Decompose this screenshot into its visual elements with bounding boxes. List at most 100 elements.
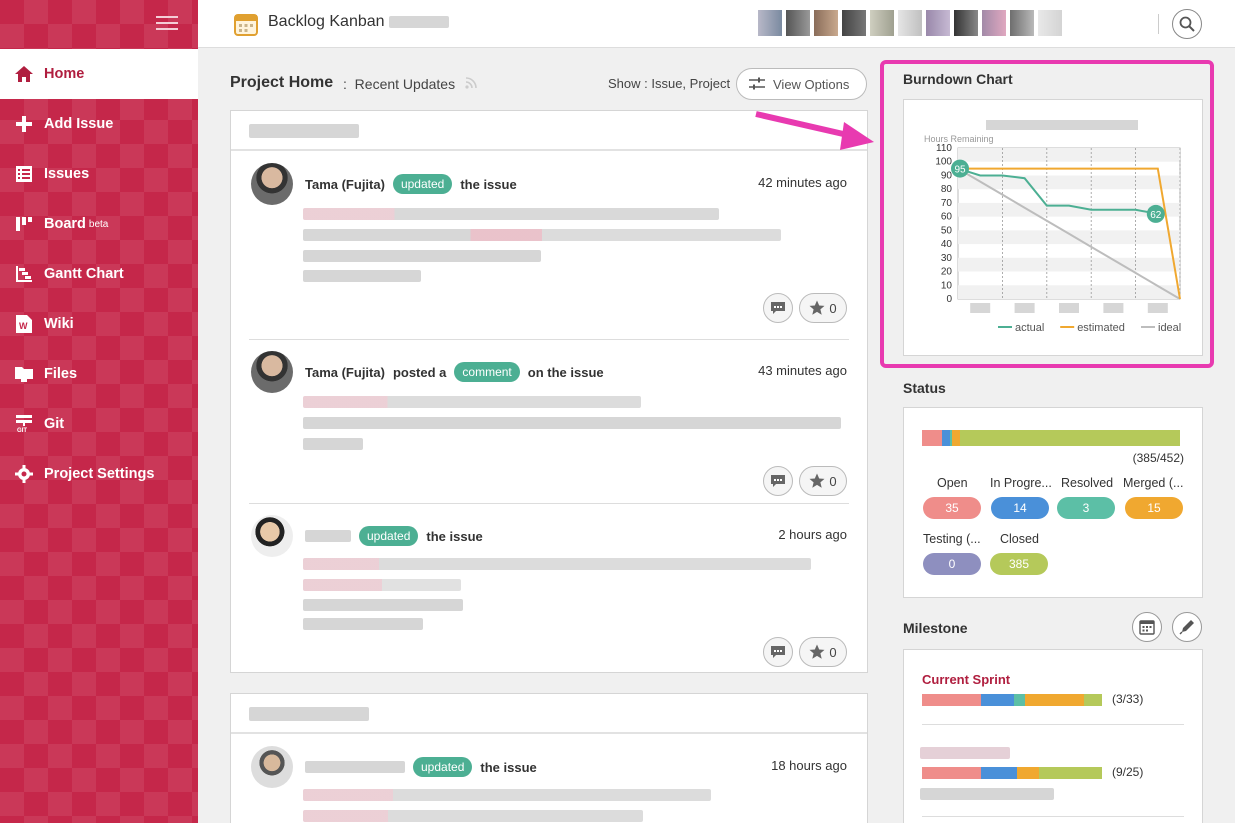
page-subtitle: : Recent Updates — [343, 76, 477, 92]
user-name[interactable]: Tama (Fujita) — [305, 365, 385, 380]
avatar[interactable] — [898, 10, 922, 36]
sidebar-item-wiki[interactable]: W Wiki — [0, 299, 198, 349]
blurred-date — [249, 707, 369, 721]
timestamp: 43 minutes ago — [758, 363, 847, 378]
status-pill-resolved[interactable]: 3 — [1057, 497, 1115, 519]
status-panel: (385/452) Open In Progre... Resolved Mer… — [903, 407, 1203, 598]
comment-button[interactable] — [763, 637, 793, 667]
rss-icon[interactable] — [465, 77, 477, 89]
beta-badge: beta — [88, 218, 109, 230]
avatar[interactable] — [870, 10, 894, 36]
wiki-icon: W — [14, 314, 34, 334]
status-label-open: Open — [937, 476, 968, 490]
sidebar-item-label: Issues — [44, 166, 90, 182]
milestone-progress-bar[interactable] — [922, 767, 1102, 779]
blurred-content — [303, 270, 421, 282]
avatar[interactable] — [251, 163, 293, 205]
blurred-user-name[interactable] — [305, 530, 351, 542]
status-progress-bar[interactable] — [922, 430, 1180, 446]
status-pill-merged[interactable]: 15 — [1125, 497, 1183, 519]
avatar[interactable] — [758, 10, 782, 36]
avatar[interactable] — [1038, 10, 1062, 36]
status-label-closed: Closed — [1000, 532, 1039, 546]
blurred-content — [303, 558, 811, 570]
avatar[interactable] — [926, 10, 950, 36]
star-button[interactable]: 0 — [799, 466, 847, 496]
status-bar-segment — [922, 430, 942, 446]
activity-actions: 0 — [763, 293, 847, 323]
comment-button[interactable] — [763, 466, 793, 496]
avatar[interactable] — [786, 10, 810, 36]
blurred-content[interactable] — [303, 208, 719, 220]
pencil-icon — [1179, 620, 1194, 635]
activity-text: the issue — [480, 759, 537, 775]
avatar[interactable] — [954, 10, 978, 36]
sidebar-item-label: Git — [44, 416, 65, 432]
avatar[interactable] — [982, 10, 1006, 36]
status-pill-testing[interactable]: 0 — [923, 553, 981, 575]
milestone-progress-bar[interactable] — [922, 694, 1102, 706]
blurred-content — [303, 396, 641, 408]
sidebar-item-add-issue[interactable]: Add Issue — [0, 99, 198, 149]
blurred-content — [303, 250, 541, 262]
user-name[interactable]: Tama (Fujita) — [305, 177, 385, 192]
milestone-current-sprint[interactable]: Current Sprint — [922, 672, 1010, 687]
status-title: Status — [903, 380, 946, 396]
sidebar-item-board[interactable]: Board beta — [0, 199, 198, 249]
timestamp: 42 minutes ago — [758, 175, 847, 190]
sidebar-item-issues[interactable]: Issues — [0, 149, 198, 199]
gear-icon — [14, 464, 34, 484]
sidebar-item-project-settings[interactable]: Project Settings — [0, 449, 198, 499]
star-button[interactable]: 0 — [799, 293, 847, 323]
comment-icon — [771, 646, 785, 658]
avatar[interactable] — [1010, 10, 1034, 36]
status-label-merged: Merged (... — [1123, 476, 1184, 490]
comment-button[interactable] — [763, 293, 793, 323]
sidebar-item-git[interactable]: GIT Git — [0, 399, 198, 449]
updates-group-card: updated the issue 18 hours ago — [230, 693, 868, 823]
avatar[interactable] — [251, 515, 293, 557]
avatar[interactable] — [814, 10, 838, 36]
sidebar-item-label: Home — [44, 66, 85, 82]
status-pill-in-progress[interactable]: 14 — [991, 497, 1049, 519]
project-calendar-icon — [234, 12, 258, 36]
status-pill-open[interactable]: 35 — [923, 497, 981, 519]
star-button[interactable]: 0 — [799, 637, 847, 667]
status-pill-closed[interactable]: 385 — [990, 553, 1048, 575]
activity-line: Tama (Fujita) updated the issue — [305, 174, 517, 194]
milestone-ratio: (9/25) — [1112, 765, 1144, 779]
milestone-edit-button[interactable] — [1172, 612, 1202, 642]
milestone-calendar-button[interactable] — [1132, 612, 1162, 642]
blurred-milestone-name[interactable] — [920, 747, 1010, 759]
blurred-content — [303, 579, 461, 591]
timestamp: 2 hours ago — [778, 527, 847, 542]
gantt-icon — [14, 264, 34, 284]
activity-badge: updated — [413, 757, 473, 777]
activity-badge: updated — [392, 174, 453, 194]
avatar[interactable] — [251, 351, 293, 393]
sidebar-item-label: Board — [44, 216, 86, 232]
search-button[interactable] — [1172, 9, 1202, 39]
blurred-user-name[interactable] — [305, 761, 405, 773]
view-options-button[interactable]: View Options — [736, 68, 867, 100]
home-icon — [14, 64, 34, 84]
avatar[interactable] — [251, 746, 293, 788]
svg-text:W: W — [19, 321, 28, 331]
status-bar-segment — [951, 430, 961, 446]
board-icon — [14, 214, 34, 234]
blurred-content — [303, 789, 711, 801]
blurred-content — [303, 618, 423, 630]
project-title[interactable]: Backlog Kanban — [268, 13, 449, 31]
updates-group-header — [231, 694, 867, 734]
activity-badge: comment — [454, 362, 520, 382]
sidebar-nav: Home Add Issue Issues Board beta Gantt Ch… — [0, 49, 198, 499]
arrow-annotation-icon — [755, 111, 874, 150]
status-label-resolved: Resolved — [1061, 476, 1114, 490]
sidebar-item-home[interactable]: Home — [0, 49, 198, 99]
hamburger-menu-icon[interactable] — [156, 12, 178, 32]
avatar[interactable] — [842, 10, 866, 36]
sidebar-item-gantt-chart[interactable]: Gantt Chart — [0, 249, 198, 299]
member-avatars — [758, 10, 1062, 36]
sidebar-item-files[interactable]: Files — [0, 349, 198, 399]
activity-actions: 0 — [763, 466, 847, 496]
